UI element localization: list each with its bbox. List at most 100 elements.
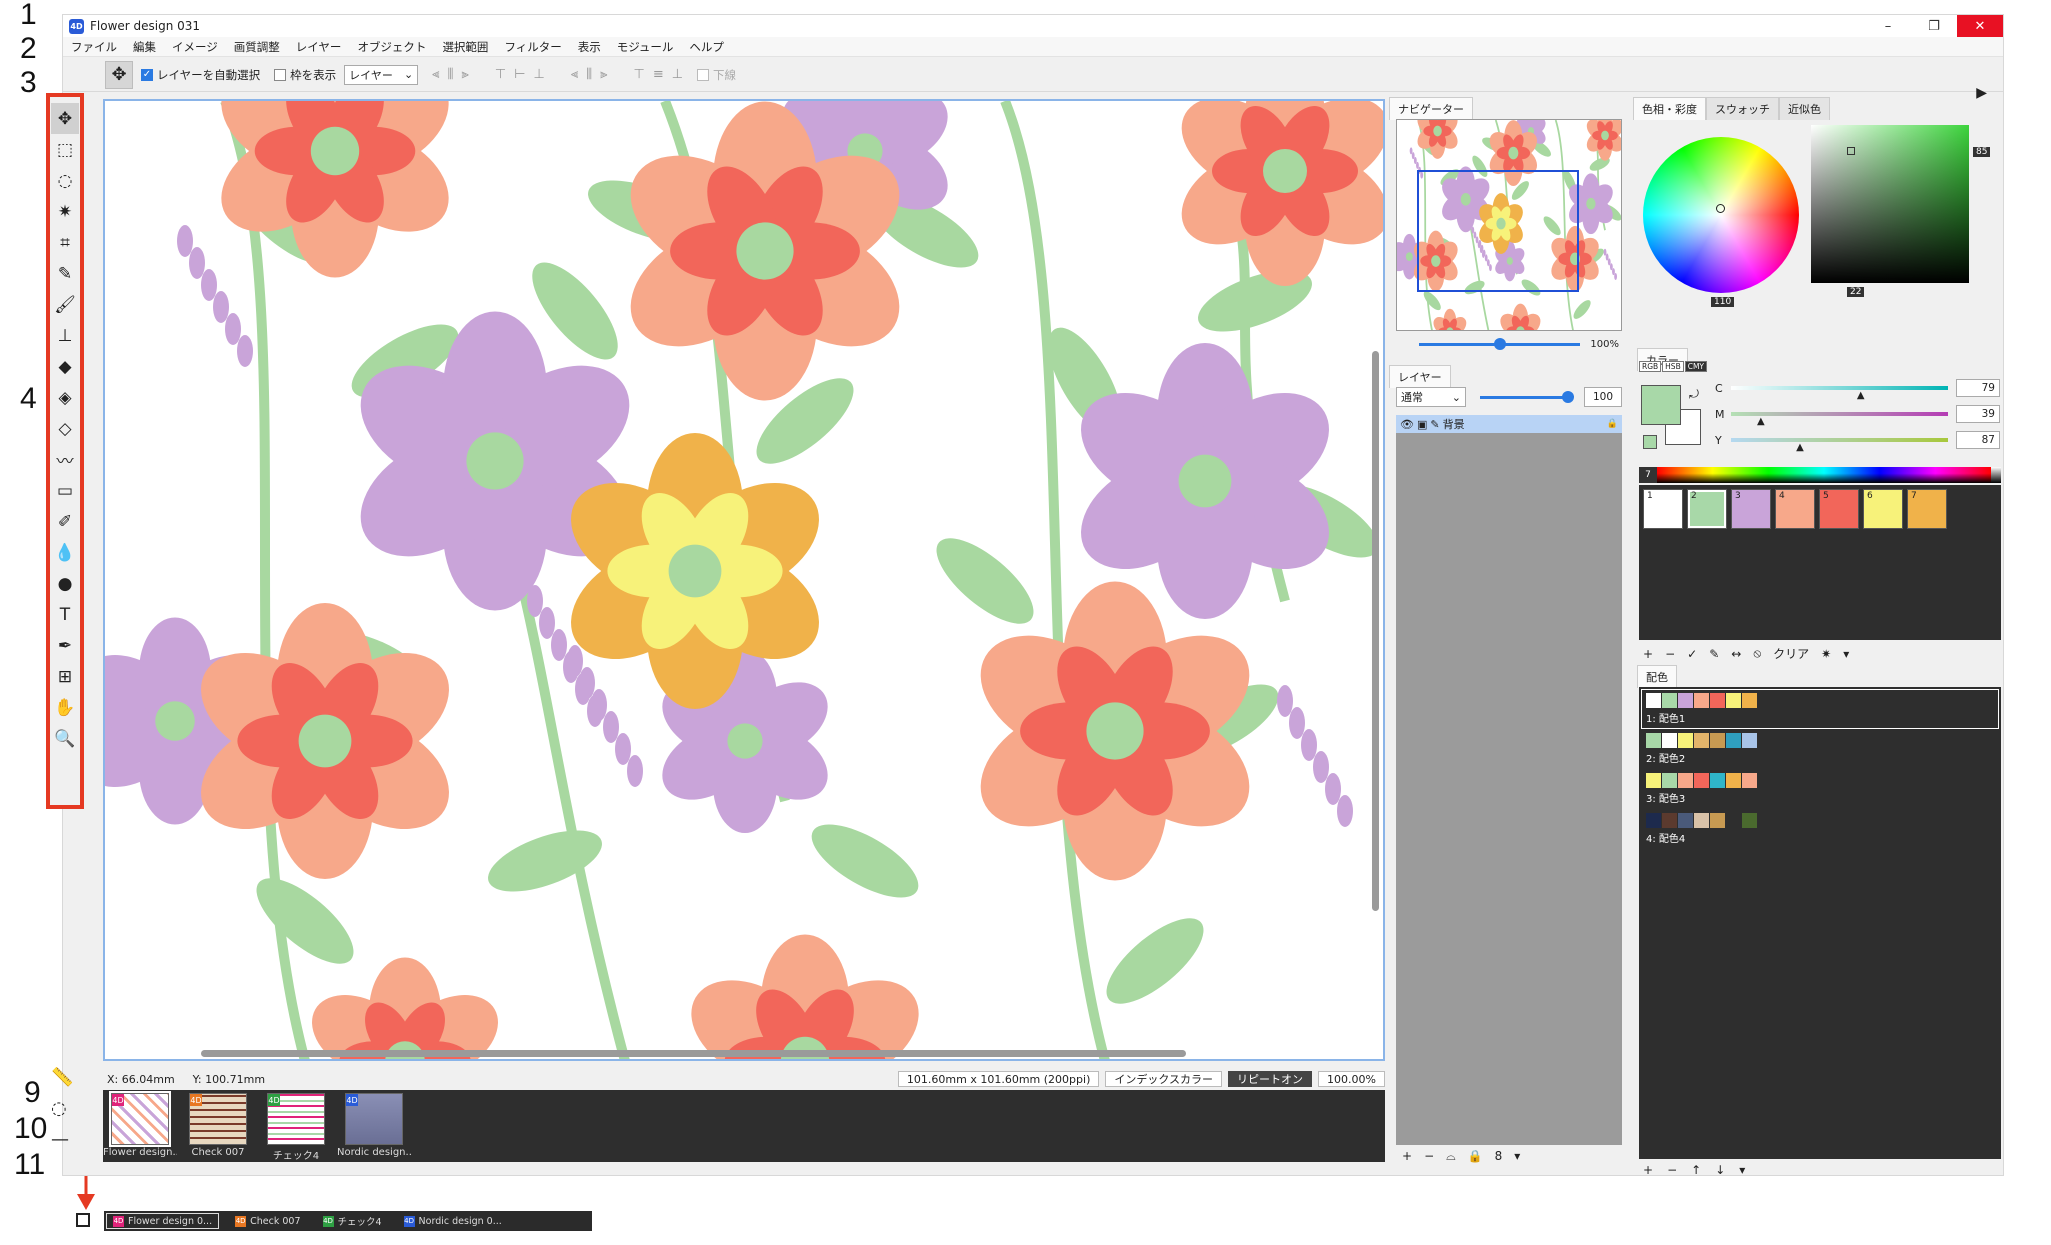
minimize-panel-icon[interactable]: — — [51, 1129, 73, 1150]
palette-footer-button-6[interactable]: クリア — [1773, 645, 1809, 662]
navigator-preview[interactable] — [1396, 119, 1622, 331]
wave-tool-icon[interactable]: 〰 — [51, 444, 79, 475]
horizontal-scrollbar[interactable] — [201, 1050, 1186, 1057]
document-thumbnail-image[interactable]: 4D — [345, 1093, 403, 1145]
restore-button[interactable]: ❐ — [1911, 15, 1957, 37]
menu-item-8[interactable]: 表示 — [570, 39, 609, 55]
lasso-tool-icon[interactable]: ◌ — [51, 165, 79, 196]
palette-footer-button-4[interactable]: ↔ — [1731, 647, 1741, 661]
menu-item-0[interactable]: ファイル — [63, 39, 125, 55]
document-thumbnail-image[interactable]: 4D — [189, 1093, 247, 1145]
blend-mode-select[interactable]: 通常 ⌄ — [1396, 387, 1466, 407]
menu-item-3[interactable]: 画質調整 — [226, 39, 288, 55]
index-color-button[interactable]: インデックスカラー — [1105, 1071, 1223, 1087]
palette-footer-button-2[interactable]: ✓ — [1687, 647, 1697, 661]
minimize-button[interactable]: – — [1865, 15, 1911, 37]
navigator-zoom-knob[interactable] — [1493, 338, 1506, 350]
document-thumbnail-image[interactable]: 4D — [267, 1093, 325, 1145]
document-thumbnail[interactable]: 4D Flower design... — [103, 1091, 177, 1158]
eye-icon[interactable]: 👁 — [1400, 418, 1414, 431]
palette-footer-button-5[interactable]: ⦸ — [1753, 646, 1761, 661]
move-tool-option-icon[interactable]: ✥ — [105, 60, 133, 89]
yellow-field[interactable]: 87 — [1956, 431, 2000, 449]
dodge-tool-icon[interactable]: ● — [51, 568, 79, 599]
layers-footer-button-4[interactable]: 8 — [1495, 1149, 1503, 1164]
color-scheme-item[interactable]: 1: 配色1 — [1641, 689, 1999, 729]
layers-footer-button-5[interactable]: ▾ — [1514, 1149, 1520, 1164]
spectrum-bar[interactable] — [1657, 467, 1991, 483]
layers-tab[interactable]: レイヤー — [1389, 365, 1451, 388]
layers-footer-button-3[interactable]: 🔒 — [1468, 1149, 1483, 1164]
palette-footer-button-7[interactable]: ✷ — [1821, 647, 1831, 661]
document-thumbnail[interactable]: 4D Check 007 — [185, 1093, 251, 1158]
cyan-field[interactable]: 79 — [1956, 379, 2000, 397]
vertical-scrollbar[interactable] — [1372, 351, 1379, 911]
zoom-field[interactable]: 100.00% — [1318, 1071, 1385, 1087]
distribute-right-icon[interactable]: ⫸ — [600, 67, 607, 82]
color-tab-0[interactable]: 色相・彩度 — [1633, 97, 1706, 120]
menu-item-1[interactable]: 編集 — [125, 39, 164, 55]
color-scheme-tab[interactable]: 配色 — [1637, 665, 1677, 688]
eraser-tool-icon[interactable]: ◆ — [51, 351, 79, 382]
color-scheme-footer-button-2[interactable]: ↑ — [1691, 1163, 1701, 1177]
stamp-tool-icon[interactable]: ⊥ — [51, 320, 79, 351]
target-select[interactable]: レイヤー ⌄ — [344, 64, 419, 85]
brush-tool-icon[interactable]: 🖌 — [51, 289, 79, 320]
minimized-document-tab[interactable]: 4D Nordic design 0... — [398, 1213, 508, 1229]
align-middle-icon[interactable]: ⊢ — [514, 67, 525, 82]
color-scheme-item[interactable]: 2: 配色2 — [1642, 730, 1998, 768]
grid-tool-icon[interactable]: ⊞ — [51, 661, 79, 692]
opacity-field[interactable]: 100 — [1584, 387, 1622, 407]
auto-select-layer-checkbox[interactable]: ✓ レイヤーを自動選択 — [141, 67, 260, 83]
marquee-tool-icon[interactable]: ⬚ — [51, 134, 79, 165]
magic-wand-tool-icon[interactable]: ✷ — [51, 196, 79, 227]
underline-box[interactable] — [697, 68, 710, 81]
eyedropper-tool-icon[interactable]: ✎ — [51, 258, 79, 289]
pen-tool-icon[interactable]: ✒ — [51, 630, 79, 661]
blur-tool-icon[interactable]: 💧 — [51, 537, 79, 568]
show-bounds-checkbox[interactable]: 枠を表示 — [274, 67, 336, 83]
fill-tool-icon[interactable]: ◈ — [51, 382, 79, 413]
restore-panel-icon[interactable] — [76, 1213, 90, 1227]
color-tab-1[interactable]: スウォッチ — [1706, 97, 1779, 120]
crop-tool-icon[interactable]: ⌗ — [51, 227, 79, 258]
spectrum-bw[interactable] — [1991, 467, 2001, 483]
palette-footer-button-0[interactable]: + — [1643, 647, 1653, 661]
minimized-document-tab[interactable]: 4D Flower design 0... — [106, 1213, 220, 1229]
yellow-marker[interactable]: ▲ — [1796, 443, 1804, 453]
align-bottom-icon[interactable]: ⊥ — [533, 67, 544, 82]
layers-footer-button-1[interactable]: − — [1424, 1149, 1434, 1164]
opacity-knob[interactable] — [1562, 390, 1574, 403]
menu-item-2[interactable]: イメージ — [164, 39, 226, 55]
align-center-icon[interactable]: ⫼ — [448, 67, 454, 82]
magenta-marker[interactable]: ▲ — [1757, 417, 1765, 427]
navigator-viewport[interactable] — [1417, 170, 1579, 292]
align-top-icon[interactable]: ⊤ — [495, 67, 506, 82]
color-scheme-footer-button-1[interactable]: − — [1667, 1163, 1677, 1177]
palette-footer-button-3[interactable]: ✎ — [1709, 647, 1719, 661]
layer-row[interactable]: 👁 ▣ ✎ 背景 🔒 — [1396, 415, 1622, 433]
lock-icon[interactable]: 🔒 — [1607, 419, 1618, 429]
rectangle-tool-icon[interactable]: ▭ — [51, 475, 79, 506]
menu-item-6[interactable]: 選択範囲 — [434, 39, 496, 55]
saturation-value-square[interactable] — [1811, 125, 1969, 283]
document-thumbnail[interactable]: 4D Nordic design... — [337, 1093, 411, 1158]
color-scheme-item[interactable]: 3: 配色3 — [1642, 770, 1998, 808]
palette-swatch[interactable]: 3 — [1731, 489, 1771, 529]
menu-item-9[interactable]: モジュール — [609, 39, 682, 55]
color-spectrum[interactable]: 7 — [1639, 467, 2001, 483]
palette-swatch[interactable]: 6 — [1863, 489, 1903, 529]
yellow-slider[interactable]: ▲ — [1731, 438, 1948, 453]
palette-swatch[interactable]: 5 — [1819, 489, 1859, 529]
cyan-marker[interactable]: ▲ — [1857, 391, 1865, 401]
hue-wheel-marker[interactable] — [1716, 204, 1725, 213]
auto-select-check-icon[interactable]: ✓ — [141, 68, 153, 81]
distribute-center-icon[interactable]: ⫼ — [586, 67, 592, 82]
menu-item-5[interactable]: オブジェクト — [349, 39, 434, 55]
foreground-color-swatch[interactable] — [1641, 385, 1681, 425]
color-scheme-footer-button-4[interactable]: ▾ — [1739, 1163, 1745, 1177]
color-mode-cmy[interactable]: CMY — [1684, 361, 1708, 372]
ruler-icon[interactable]: 📏 — [51, 1067, 73, 1088]
cyan-slider[interactable]: ▲ — [1731, 386, 1948, 401]
move-tool-icon[interactable]: ✥ — [51, 103, 79, 134]
